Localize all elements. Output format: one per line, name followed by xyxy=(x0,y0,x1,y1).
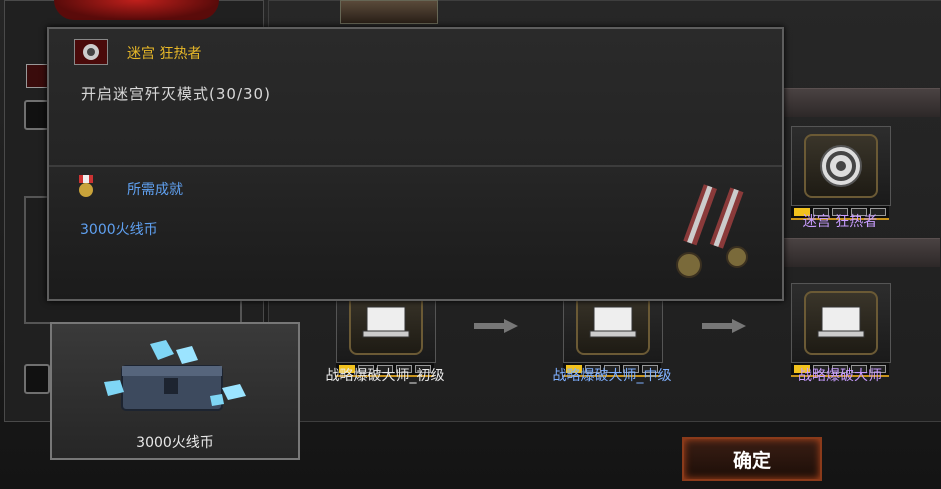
arrow-right-icon xyxy=(702,319,746,333)
reward-card: 3000火线币 xyxy=(50,322,300,460)
laptop-badge-icon xyxy=(804,291,878,355)
achievement-tooltip: 迷宫 狂热者 开启迷宫歼灭模式(30/30) 所需成就 3000火线币 xyxy=(47,27,784,301)
achievement-demolition-master[interactable] xyxy=(791,283,891,377)
required-label: 所需成就 xyxy=(127,182,183,198)
confirm-button[interactable]: 确定 xyxy=(682,437,822,481)
medal-icon xyxy=(676,184,748,278)
left-toggle-button-2[interactable] xyxy=(24,364,50,394)
achievement-label: 战略爆破大师_中级 xyxy=(552,368,672,384)
top-item-icon xyxy=(54,0,219,20)
maze-badge-icon xyxy=(74,39,108,65)
small-badge-icon xyxy=(26,64,48,88)
top-badge-fragment-icon xyxy=(340,0,438,24)
arrow-right-icon xyxy=(474,319,518,333)
chest-icon xyxy=(104,340,246,411)
achievement-label: 迷宫 狂热者 xyxy=(802,214,878,230)
reward-label: 3000火线币 xyxy=(136,435,214,451)
medal-icon xyxy=(73,175,99,199)
achievement-badge xyxy=(791,283,891,363)
tooltip-description: 开启迷宫歼灭模式(30/30) xyxy=(81,85,271,103)
achievement-label: 战略爆破大师 xyxy=(798,368,882,384)
achievement-maze[interactable] xyxy=(791,126,891,220)
achievement-label: 战略爆破大师_初级 xyxy=(325,368,445,384)
tooltip-requirement-section: 所需成就 3000火线币 xyxy=(49,167,782,299)
required-value: 3000火线币 xyxy=(80,222,158,238)
achievement-badge xyxy=(791,126,891,206)
maze-badge-icon xyxy=(804,134,878,198)
tooltip-title: 迷宫 狂热者 xyxy=(127,46,202,62)
